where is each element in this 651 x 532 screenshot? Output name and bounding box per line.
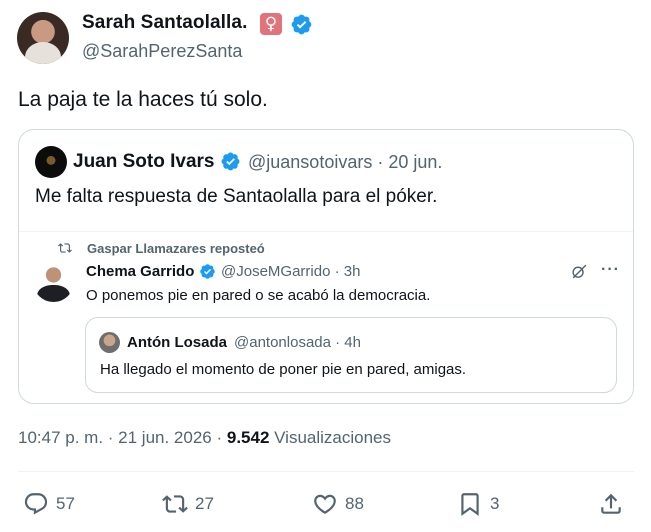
embedded-tweet-text: O ponemos pie en pared o se acabó la dem… (86, 287, 431, 304)
female-symbol-badge: ♀ (260, 13, 282, 35)
timestamp-text[interactable]: 10:47 p. m. · 21 jun. 2026 · (18, 428, 227, 447)
repost-attribution[interactable]: Gaspar Llamazares reposteó (87, 241, 265, 256)
inner-handle-time[interactable]: @antonlosada · 4h (234, 334, 361, 351)
verified-badge-icon (221, 152, 240, 171)
bookmark-button[interactable]: 3 (457, 490, 499, 518)
inner-author-avatar[interactable] (99, 332, 120, 353)
reply-button[interactable]: 57 (23, 490, 75, 518)
repost-button[interactable]: 27 (162, 490, 214, 518)
like-count: 88 (345, 494, 364, 513)
author-name[interactable]: Sarah Santaolalla. (82, 12, 247, 34)
share-icon (601, 493, 621, 514)
bookmark-count: 3 (490, 494, 500, 513)
embedded-handle-time[interactable]: @JoseMGarrido · 3h (221, 263, 360, 280)
more-icon[interactable]: ··· (601, 261, 620, 279)
tweet-timestamp: 10:47 p. m. · 21 jun. 2026 · 9.542 Visua… (18, 428, 391, 448)
quoted-tweet-card[interactable]: Juan Soto Ivars @juansotoivars · 20 jun.… (18, 129, 634, 404)
like-button[interactable]: 88 (312, 490, 364, 518)
quoted-author-name[interactable]: Juan Soto Ivars (73, 151, 215, 173)
embedded-author-name[interactable]: Chema Garrido (86, 263, 194, 280)
inner-quoted-tweet[interactable]: Antón Losada @antonlosada · 4h Ha llegad… (85, 317, 617, 393)
views-label: Visualizaciones (269, 428, 391, 447)
embedded-author-avatar[interactable] (33, 261, 74, 302)
author-handle[interactable]: @SarahPerezSanta (82, 41, 242, 62)
repost-icon (58, 243, 72, 253)
reply-icon (24, 493, 48, 515)
share-button[interactable] (598, 490, 624, 518)
inner-author-name[interactable]: Antón Losada (127, 334, 227, 351)
reply-count: 57 (56, 494, 75, 513)
actions-divider (18, 471, 634, 472)
verified-badge-icon (200, 264, 215, 279)
divider (19, 231, 633, 232)
repost-count: 27 (195, 494, 214, 513)
quoted-handle-date[interactable]: @juansotoivars · 20 jun. (248, 152, 442, 173)
repost-icon (162, 495, 188, 513)
grok-icon[interactable] (571, 263, 588, 280)
quoted-tweet-text: Me falta respuesta de Santaolalla para e… (35, 186, 438, 207)
quoted-author-avatar[interactable] (35, 146, 67, 178)
views-count: 9.542 (226, 428, 270, 447)
heart-icon (314, 494, 336, 514)
inner-tweet-text: Ha llegado el momento de poner pie en pa… (100, 361, 467, 378)
tweet-text: La paja te la haces tú solo. (18, 88, 268, 111)
bookmark-icon (461, 493, 479, 516)
verified-badge-icon (291, 14, 312, 35)
main-avatar[interactable] (17, 12, 69, 64)
